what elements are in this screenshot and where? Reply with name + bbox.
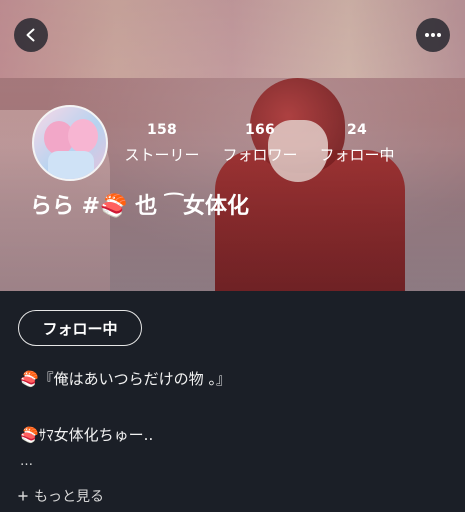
bio-ellipsis: …	[20, 454, 33, 469]
stat-following[interactable]: 24 フォロー中	[307, 122, 407, 165]
show-more-button[interactable]: もっと見る	[18, 486, 104, 506]
stat-stories-count: 158	[146, 122, 178, 138]
show-more-label: もっと見る	[34, 489, 104, 505]
back-button[interactable]	[14, 18, 48, 52]
more-horizontal-icon	[425, 33, 441, 37]
plus-icon	[18, 491, 28, 501]
bio-line-1: 🍣『俺はあいつらだけの物 。』	[20, 370, 231, 388]
following-button[interactable]: フォロー中	[18, 310, 142, 346]
stat-followers[interactable]: 166 フォロワー	[210, 122, 310, 165]
stat-stories[interactable]: 158 ストーリー	[112, 122, 212, 165]
avatar[interactable]	[32, 105, 108, 181]
bio-line-2: 🍣ｻﾏ女体化ちゅー..	[20, 426, 154, 444]
more-options-button[interactable]	[416, 18, 450, 52]
stat-stories-label: ストーリー	[124, 146, 200, 164]
stat-followers-label: フォロワー	[222, 146, 298, 164]
stat-following-label: フォロー中	[319, 146, 395, 164]
profile-name: らら #🍣 也 ⁀女体化	[30, 194, 250, 219]
stat-following-count: 24	[346, 122, 368, 138]
chevron-left-icon	[26, 28, 35, 42]
stat-followers-count: 166	[244, 122, 276, 138]
